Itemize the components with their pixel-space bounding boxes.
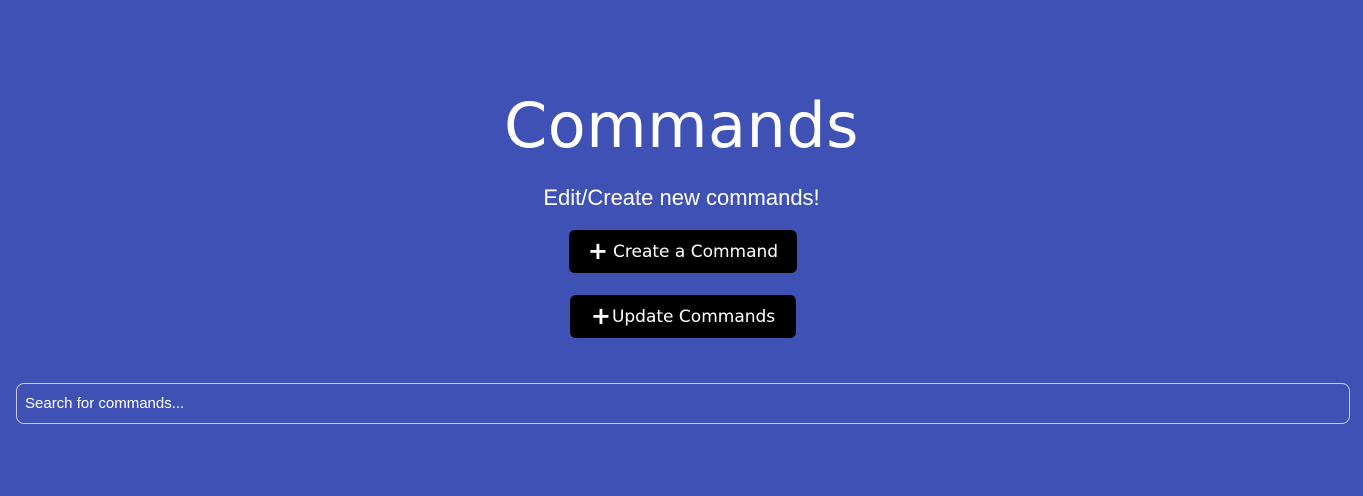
update-commands-label: Update Commands (611, 306, 776, 327)
create-command-label: Create a Command (613, 241, 779, 262)
create-command-button[interactable]: + Create a Command (569, 230, 797, 273)
plus-icon: + (590, 301, 611, 330)
update-commands-button[interactable]: + Update Commands (570, 295, 796, 338)
page-subtitle: Edit/Create new commands! (543, 185, 820, 210)
page-title: Commands (504, 89, 859, 162)
plus-icon: + (587, 236, 608, 265)
search-input[interactable] (16, 383, 1350, 424)
